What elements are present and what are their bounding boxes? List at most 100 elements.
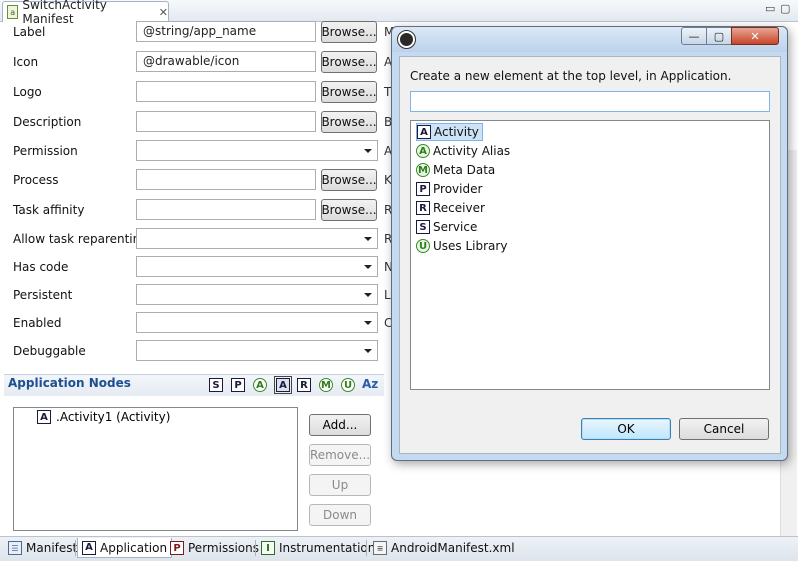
activity-icon: A [417,125,431,139]
chevron-down-icon [364,265,372,269]
chevron-down-icon [364,349,372,353]
has-code-label: Has code [13,260,69,274]
service-icon: S [416,220,430,234]
activity-alias-icon: A [416,144,430,158]
filter-activity-icon[interactable]: A [274,376,292,394]
debuggable-label: Debuggable [13,344,86,358]
filter-uses-library-icon[interactable]: U [341,378,355,392]
list-item-activity-alias[interactable]: A Activity Alias [416,142,510,160]
tab-instrumentation[interactable]: I Instrumentation [257,538,379,558]
list-item-label: Activity [434,125,479,139]
element-filter-input[interactable] [410,91,770,112]
list-item-label: Activity Alias [433,144,511,158]
editor-tab-title: SwitchActivity Manifest [22,0,107,26]
filter-meta-data-icon[interactable]: M [319,378,333,392]
logo-label: Logo [13,85,42,99]
remove-button[interactable]: Remove... [309,444,371,466]
chevron-down-icon [364,149,372,153]
process-field[interactable] [136,169,316,190]
tree-item[interactable]: A .Activity1 (Activity) [37,410,170,424]
task-affinity-browse-button[interactable]: Browse... [321,199,377,221]
ok-button[interactable]: OK [581,418,671,440]
tab-permissions[interactable]: P Permissions [166,538,263,558]
tab-label: Application [100,540,168,555]
list-item-receiver[interactable]: R Receiver [416,199,485,217]
list-item-label: Provider [433,182,483,196]
label-field[interactable]: @string/app_name [136,21,316,42]
permission-label: Permission [13,144,78,158]
tab-label: Manifest [26,541,78,555]
chevron-down-icon [364,321,372,325]
list-item-label: Service [433,220,478,234]
eclipse-app-icon [397,30,416,49]
description-field[interactable] [136,111,316,132]
uses-library-icon: U [416,239,430,253]
chevron-down-icon [364,237,372,241]
process-label: Process [13,173,59,187]
meta-data-icon: M [416,163,430,177]
right-column-label: L [384,288,391,302]
up-button[interactable]: Up [309,474,371,496]
allow-task-reparenting-label: Allow task reparenting [13,232,148,246]
list-item-meta-data[interactable]: M Meta Data [416,161,495,179]
list-item-label: Uses Library [433,239,508,253]
tab-application[interactable]: A Application [77,538,173,558]
activity-icon: A [37,410,51,424]
permissions-icon: P [170,541,184,555]
icon-browse-button[interactable]: Browse... [321,51,377,73]
application-nodes-title: Application Nodes [8,376,131,390]
tab-label: AndroidManifest.xml [391,541,515,555]
manifest-file-icon: a [7,5,19,19]
persistent-label: Persistent [13,288,73,302]
debuggable-combo[interactable] [136,340,378,361]
filter-provider-icon[interactable]: P [231,378,245,392]
filter-activity-alias-icon[interactable]: A [253,378,267,392]
cancel-button[interactable]: Cancel [679,418,769,440]
tab-divider [255,540,256,556]
provider-icon: P [416,182,430,196]
description-browse-button[interactable]: Browse... [321,111,377,133]
description-label: Description [13,115,82,129]
dialog-maximize-button[interactable]: ▢ [706,27,732,45]
tab-manifest[interactable]: ☰ Manifest [4,538,81,558]
minimize-icon: — [688,29,700,43]
add-button[interactable]: Add... [309,414,371,436]
icon-field[interactable]: @drawable/icon [136,51,316,72]
dialog-minimize-button[interactable]: — [681,27,707,45]
label-browse-button[interactable]: Browse... [321,21,377,43]
application-icon: A [82,540,96,555]
permission-combo[interactable] [136,140,378,161]
process-browse-button[interactable]: Browse... [321,169,377,191]
list-item-activity[interactable]: A Activity [416,123,483,141]
chevron-down-icon [364,293,372,297]
list-item-uses-library[interactable]: U Uses Library [416,237,507,255]
maximize-view-icon[interactable]: ▢ [780,2,790,15]
logo-browse-button[interactable]: Browse... [321,81,377,103]
xml-file-icon: ≡ [373,541,387,555]
tab-label: Instrumentation [279,541,376,555]
filter-service-icon[interactable]: S [209,378,223,392]
has-code-combo[interactable] [136,256,378,277]
list-item-label: Meta Data [433,163,496,177]
editor-tab[interactable]: a SwitchActivity Manifest ✕ [2,0,169,26]
minimize-view-icon[interactable]: ▭ [765,2,775,15]
task-affinity-field[interactable] [136,199,316,220]
allow-task-reparenting-combo[interactable] [136,228,378,249]
tab-androidmanifest-xml[interactable]: ≡ AndroidManifest.xml [369,538,519,558]
enabled-combo[interactable] [136,312,378,333]
enabled-label: Enabled [13,316,62,330]
list-item-provider[interactable]: P Provider [416,180,482,198]
list-item-service[interactable]: S Service [416,218,477,236]
label-label: Label [13,25,46,39]
sort-alpha-icon[interactable]: Az [362,377,378,391]
filter-receiver-icon[interactable]: R [297,378,311,392]
dialog-close-button[interactable]: ✕ [731,27,779,45]
application-nodes-tree[interactable] [13,407,298,531]
down-button[interactable]: Down [309,504,371,526]
persistent-combo[interactable] [136,284,378,305]
dialog-prompt: Create a new element at the top level, i… [410,69,732,83]
logo-field[interactable] [136,81,316,102]
tab-divider [75,540,76,556]
tab-label: Permissions [188,541,259,555]
close-tab-icon[interactable]: ✕ [159,6,168,19]
